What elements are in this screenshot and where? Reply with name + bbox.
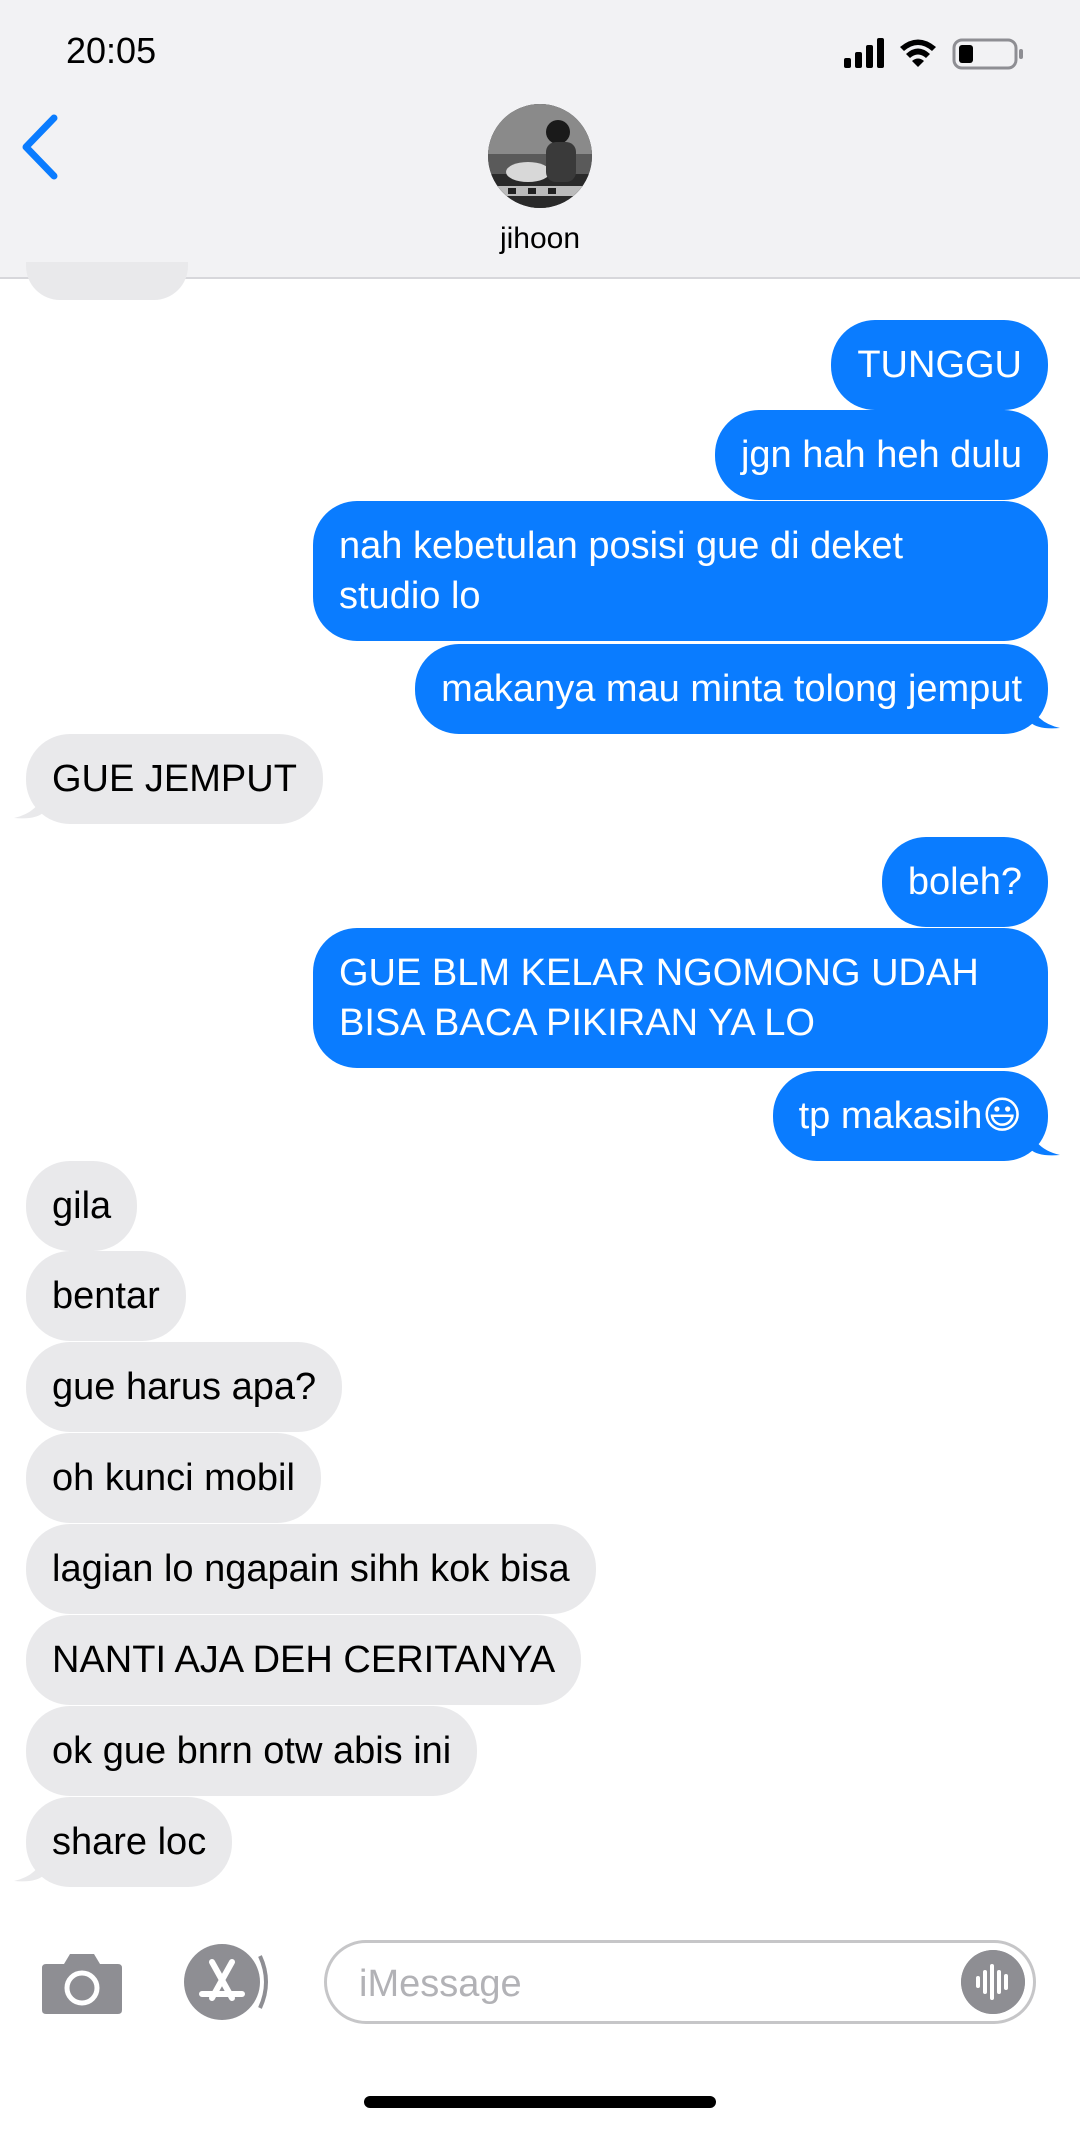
message-text: oh kunci mobil xyxy=(52,1457,295,1499)
camera-icon[interactable] xyxy=(40,1950,124,2016)
message-bubble-received[interactable]: NANTI AJA DEH CERITANYA xyxy=(26,1615,582,1705)
message-text: GUE JEMPUT xyxy=(52,758,297,800)
wifi-icon xyxy=(900,39,936,67)
message-input-field[interactable] xyxy=(324,1940,1036,2024)
message-bubble-sent[interactable]: GUE BLM KELAR NGOMONG UDAH BISA BACA PIK… xyxy=(313,928,1048,1068)
home-indicator[interactable] xyxy=(364,2096,716,2108)
message-bubble-sent[interactable]: nah kebetulan posisi gue di deket studio… xyxy=(313,501,1048,641)
back-chevron-icon[interactable] xyxy=(18,112,62,182)
message-bubble-sent[interactable]: TUNGGU xyxy=(831,320,1048,410)
message-bubble-received[interactable]: GUE JEMPUT xyxy=(26,734,323,824)
message-bubble-received[interactable]: gila xyxy=(26,1161,138,1251)
conversation-header: 20:05 jihoon xyxy=(0,0,1080,279)
message-text-line: BISA BACA PIKIRAN YA LO xyxy=(339,1002,815,1044)
message-text: makanya mau minta tolong jemput xyxy=(441,668,1022,710)
message-text: share loc xyxy=(52,1821,207,1863)
message-text: bentar xyxy=(52,1275,160,1317)
bubble-tail xyxy=(14,1853,44,1882)
signal-icon xyxy=(844,38,884,68)
contact-avatar[interactable] xyxy=(488,104,592,208)
app-store-icon[interactable] xyxy=(176,1942,276,2022)
battery-icon xyxy=(952,38,1023,70)
message-bubble-received[interactable]: share loc xyxy=(26,1797,233,1887)
message-text-line: nah kebetulan posisi gue di deket xyxy=(339,525,904,567)
message-text: jgn hah heh dulu xyxy=(740,434,1022,476)
message-text-line: GUE BLM KELAR NGOMONG UDAH xyxy=(339,952,979,994)
bubble-tail xyxy=(1030,700,1060,729)
message-bubble-received[interactable]: lagian lo ngapain sihh kok bisa xyxy=(26,1524,596,1614)
status-time: 20:05 xyxy=(66,30,157,71)
message-text: gila xyxy=(52,1185,112,1227)
message-text: NANTI AJA DEH CERITANYA xyxy=(52,1639,556,1681)
audio-waveform-icon[interactable] xyxy=(961,1950,1025,2014)
message-bubble-sent[interactable]: jgn hah heh dulu xyxy=(714,410,1048,500)
message-input[interactable] xyxy=(357,1955,941,2013)
message-bubble-sent[interactable]: tp makasih😃 xyxy=(772,1071,1048,1161)
bubble-tail xyxy=(14,790,44,819)
message-bubble-received-partial[interactable] xyxy=(26,262,188,300)
message-bubble-received[interactable]: oh kunci mobil xyxy=(26,1433,321,1523)
message-text: gue harus apa? xyxy=(52,1366,317,1408)
message-bubble-received[interactable]: gue harus apa? xyxy=(26,1342,343,1432)
message-text: tp makasih xyxy=(798,1095,983,1137)
message-bubble-sent[interactable]: makanya mau minta tolong jemput xyxy=(415,644,1048,734)
message-bubble-sent[interactable]: boleh? xyxy=(881,837,1048,927)
message-text-line: studio lo xyxy=(339,575,481,617)
contact-name[interactable]: jihoon xyxy=(0,222,1080,256)
message-text: TUNGGU xyxy=(857,344,1022,386)
message-text: boleh? xyxy=(907,861,1022,903)
status-icons xyxy=(844,38,1023,70)
message-bubble-received[interactable]: bentar xyxy=(26,1251,186,1341)
message-bubble-received[interactable]: ok gue bnrn otw abis ini xyxy=(26,1706,478,1796)
message-text: lagian lo ngapain sihh kok bisa xyxy=(52,1548,570,1590)
bubble-tail xyxy=(1030,1127,1060,1156)
smiley-emoji: 😃 xyxy=(982,1095,1022,1137)
message-text: ok gue bnrn otw abis ini xyxy=(52,1730,452,1772)
